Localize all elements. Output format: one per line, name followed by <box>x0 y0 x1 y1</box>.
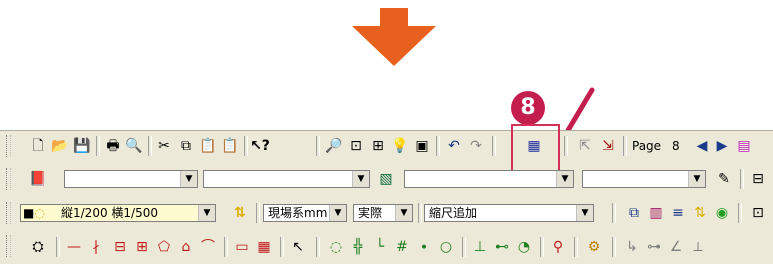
layer-tool-icon[interactable]: ⇅ <box>230 203 250 223</box>
save-icon[interactable]: 💾 <box>72 136 92 156</box>
snap-cross-icon[interactable]: ╬ <box>348 237 368 257</box>
stamp-icon[interactable]: ⛭ <box>28 237 48 257</box>
copy-icon[interactable]: ⧉ <box>176 136 196 156</box>
bulb-icon: ◌ <box>34 206 45 220</box>
misc-tool-icon[interactable]: ⊟ <box>748 169 768 189</box>
import-icon[interactable]: ⇲ <box>598 136 618 156</box>
prev-page-icon[interactable]: ◀ <box>692 136 712 156</box>
snap-tangent-icon[interactable]: ◔ <box>514 237 534 257</box>
dim-line-icon[interactable]: ⊶ <box>644 237 664 257</box>
light-bulb-icon[interactable]: 💡 <box>390 136 410 156</box>
zoom-all-icon[interactable]: ⊞ <box>368 136 388 156</box>
down-arrow-icon <box>352 8 436 66</box>
help-pointer-icon[interactable]: ↖? <box>250 136 270 156</box>
measure-icon[interactable]: ⚲ <box>548 237 568 257</box>
arc-tool-icon[interactable]: ⌒ <box>198 237 218 257</box>
line-tool-icon[interactable]: — <box>64 237 84 257</box>
new-document-icon[interactable]: 🗋 <box>28 136 48 156</box>
export-icon[interactable]: ⇱ <box>575 136 595 156</box>
chevron-down-icon[interactable]: ▼ <box>198 205 215 221</box>
layer-lines-icon[interactable]: ≡ <box>668 203 688 223</box>
dim-angle-icon[interactable]: ∠ <box>666 237 686 257</box>
toolbar-grip[interactable] <box>6 168 11 190</box>
toolbar-row-draw: ⛭ — ∤ ⊟ ⊞ ⬠ ⌂ ⌒ ▭ ▦ ↖ ◌ ╬ └ # ∙ ○ ⊥ ⊷ ◔ … <box>0 231 773 262</box>
toolbar-grip[interactable] <box>6 202 11 224</box>
property-field-3[interactable]: ▼ <box>404 170 574 188</box>
zoom-icon[interactable]: 🔎 <box>324 136 344 156</box>
undo-icon[interactable]: ↶ <box>444 136 464 156</box>
snap-grid-icon[interactable]: # <box>392 237 412 257</box>
page-label: Page <box>632 139 662 153</box>
snap-endpoint-icon[interactable]: ∙ <box>414 237 434 257</box>
chevron-down-icon[interactable]: ▼ <box>329 205 346 221</box>
open-folder-icon[interactable]: 📂 <box>50 136 70 156</box>
mode-select[interactable]: 実際 ▼ <box>353 204 413 222</box>
paste-icon[interactable]: 📋 <box>198 136 218 156</box>
property-field-4[interactable]: ▼ <box>582 170 706 188</box>
slant-line-icon[interactable]: ∤ <box>86 237 106 257</box>
table-tool-icon[interactable]: ▦ <box>254 237 274 257</box>
select-pointer-icon[interactable]: ↖ <box>288 237 308 257</box>
snap-circle-icon[interactable]: ○ <box>436 237 456 257</box>
chevron-down-icon[interactable]: ▼ <box>352 171 369 187</box>
toolbar-row-layers: ■◌ 縦1/200 横1/500 ▼ ⇅ 現場系mm ▼ 実際 ▼ 縮尺追加 ▼… <box>0 198 773 229</box>
shape-tool-icon[interactable]: ⌂ <box>176 237 196 257</box>
next-page-icon[interactable]: ▶ <box>712 136 732 156</box>
layer-extra-icon[interactable]: ⊡ <box>748 203 768 223</box>
cut-icon[interactable]: ✂ <box>154 136 174 156</box>
toolbar-row-standard: 🗋 📂 💾 🖶 🔍 ✂ ⧉ 📋 📋 ↖? 🔎 ⊡ ⊞ 💡 ▣ ↶ ↷ ▦ ⇱ ⇲… <box>0 131 773 162</box>
toolbar-grip[interactable] <box>6 135 11 157</box>
rectangle-tool-icon[interactable]: ⊟ <box>110 237 130 257</box>
dim-tool-icon[interactable]: ↳ <box>622 237 642 257</box>
layer-color-palette-icon[interactable]: ◉ <box>712 203 732 223</box>
property-field-1[interactable]: ▼ <box>64 170 198 188</box>
snap-corner-icon[interactable]: └ <box>370 237 390 257</box>
zoom-extent-icon[interactable]: ▣ <box>412 136 432 156</box>
chevron-down-icon[interactable]: ▼ <box>688 171 705 187</box>
layer-settings-icon[interactable]: ▧ <box>376 169 396 189</box>
snap-line-icon[interactable]: ⊥ <box>470 237 490 257</box>
toolbar-grip[interactable] <box>6 235 11 257</box>
print-icon[interactable]: 🖶 <box>103 136 123 156</box>
settings-icon[interactable]: ⚙ <box>584 237 604 257</box>
paste-special-icon[interactable]: 📋 <box>220 136 240 156</box>
layer-window-icon[interactable]: ⧉ <box>624 203 644 223</box>
print-preview-icon[interactable]: 🔍 <box>124 136 144 156</box>
toolbar-row-properties: 📕 ▼ ▼ ▧ ▼ ▼ ✎ ⊟ <box>0 164 773 195</box>
text-frame-icon[interactable]: ▭ <box>232 237 252 257</box>
polyline-tool-icon[interactable]: ⊞ <box>132 237 152 257</box>
chevron-down-icon[interactable]: ▼ <box>395 205 412 221</box>
redo-icon[interactable]: ↷ <box>466 136 486 156</box>
snap-point-icon[interactable]: ◌ <box>326 237 346 257</box>
layer-color-icon: ■ <box>23 206 35 220</box>
chevron-down-icon[interactable]: ▼ <box>556 171 573 187</box>
layer-select[interactable]: ■◌ 縦1/200 横1/500 ▼ <box>20 204 216 222</box>
layer-list-icon[interactable]: ▥ <box>646 203 666 223</box>
book-icon[interactable]: 📕 <box>28 169 48 189</box>
page-number: 8 <box>672 139 680 153</box>
scale-select[interactable]: 縮尺追加 ▼ <box>424 204 594 222</box>
eyedropper-icon[interactable]: ✎ <box>714 169 734 189</box>
layer-move-icon[interactable]: ⇅ <box>690 203 710 223</box>
coordinate-system-select[interactable]: 現場系mm ▼ <box>263 204 347 222</box>
dim-extra-icon[interactable]: ⟂ <box>688 237 708 257</box>
polygon-tool-icon[interactable]: ⬠ <box>154 237 174 257</box>
snap-midpoint-icon[interactable]: ⊷ <box>492 237 512 257</box>
property-field-2[interactable]: ▼ <box>203 170 370 188</box>
zoom-window-icon[interactable]: ⊡ <box>346 136 366 156</box>
chevron-down-icon[interactable]: ▼ <box>576 205 593 221</box>
page-list-icon[interactable]: ▤ <box>734 136 754 156</box>
chevron-down-icon[interactable]: ▼ <box>180 171 197 187</box>
